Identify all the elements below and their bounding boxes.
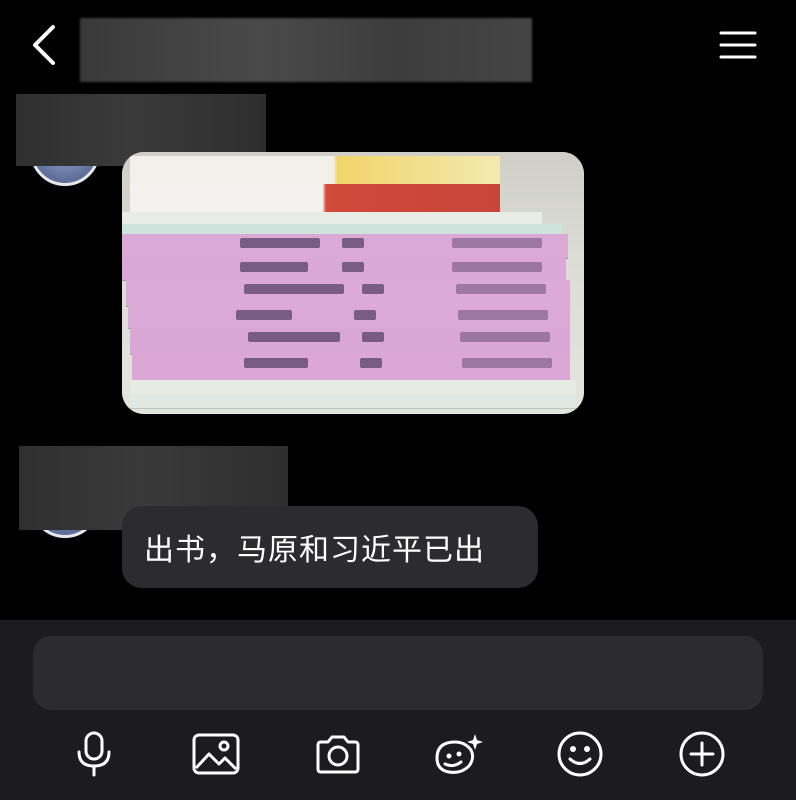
emoji-button[interactable] [550,724,610,784]
chat-header [0,0,796,90]
emoji-icon [556,730,604,778]
message-input[interactable] [33,636,763,710]
camera-button[interactable] [308,724,368,784]
text-message[interactable]: 出书，马原和习近平已出 [122,506,538,588]
book-spine [122,258,566,281]
voice-button[interactable] [64,724,124,784]
microphone-icon [74,730,114,778]
book-spine [130,394,576,409]
sticker-icon [431,730,485,778]
plus-icon [678,730,726,778]
book-spine [130,184,500,213]
chevron-left-icon [31,24,57,66]
chat-title-redacted [80,18,532,82]
book-spine [130,156,500,185]
back-button[interactable] [24,20,64,70]
book-spine [130,380,576,395]
book-spine [128,306,570,329]
book-spine [130,328,570,355]
composer-bar [0,620,796,800]
book-spine [122,234,568,259]
image-message[interactable] [122,152,584,414]
hamburger-menu-icon [719,30,757,60]
camera-icon [313,733,363,775]
menu-button[interactable] [712,22,764,68]
message-text: 出书，马原和习近平已出 [144,533,485,568]
more-button[interactable] [672,724,732,784]
book-spine [126,280,570,307]
sticker-button[interactable] [428,724,488,784]
book-spine [132,354,570,381]
gallery-button[interactable] [186,724,246,784]
image-icon [191,732,241,776]
